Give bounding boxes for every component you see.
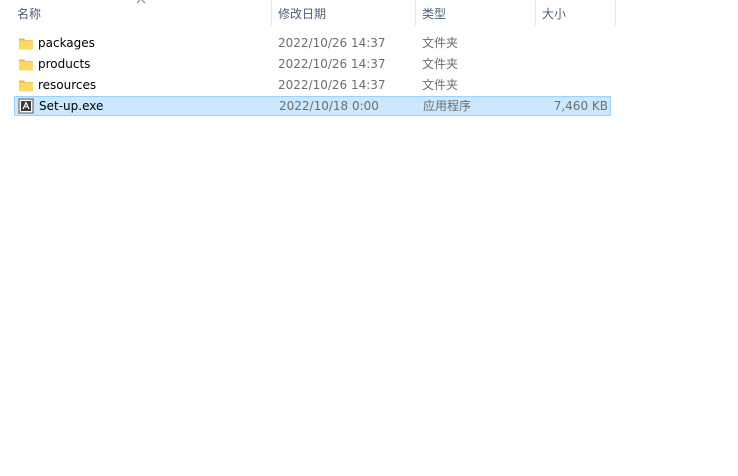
column-divider[interactable] bbox=[615, 0, 616, 26]
folder-icon bbox=[19, 59, 33, 71]
file-row[interactable]: products 2022/10/26 14:37 文件夹 bbox=[14, 54, 611, 74]
file-name: Set-up.exe bbox=[39, 99, 104, 113]
file-date: 2022/10/26 14:37 bbox=[278, 78, 386, 92]
column-divider[interactable] bbox=[271, 0, 272, 26]
column-header-size[interactable]: 大小 bbox=[542, 0, 615, 26]
file-type: 文件夹 bbox=[422, 78, 459, 92]
column-divider[interactable] bbox=[535, 0, 536, 26]
file-type: 文件夹 bbox=[422, 57, 459, 71]
column-header-date[interactable]: 修改日期 bbox=[278, 0, 415, 26]
file-name: resources bbox=[38, 78, 97, 92]
column-header-type[interactable]: 类型 bbox=[422, 0, 535, 26]
folder-icon bbox=[19, 80, 33, 92]
file-name: products bbox=[38, 57, 91, 71]
column-header-date-label: 修改日期 bbox=[278, 7, 327, 21]
sort-ascending-icon bbox=[136, 0, 146, 4]
file-size bbox=[494, 54, 607, 74]
file-name: packages bbox=[38, 36, 95, 50]
file-date: 2022/10/26 14:37 bbox=[278, 36, 386, 50]
column-header-bar: 名称 修改日期 类型 大小 bbox=[0, 0, 617, 26]
file-row-selected[interactable]: Set-up.exe 2022/10/18 0:00 应用程序 7,460 KB bbox=[14, 96, 611, 116]
file-size bbox=[494, 33, 607, 53]
file-row[interactable]: resources 2022/10/26 14:37 文件夹 bbox=[14, 75, 611, 95]
file-size bbox=[494, 75, 607, 95]
file-type: 应用程序 bbox=[423, 99, 472, 113]
column-header-size-label: 大小 bbox=[542, 7, 567, 21]
file-date: 2022/10/18 0:00 bbox=[279, 99, 379, 113]
file-type: 文件夹 bbox=[422, 36, 459, 50]
folder-icon bbox=[19, 38, 33, 50]
file-size: 7,460 KB bbox=[553, 99, 608, 113]
adobe-app-icon bbox=[18, 98, 34, 114]
column-divider[interactable] bbox=[415, 0, 416, 26]
column-header-type-label: 类型 bbox=[422, 7, 447, 21]
file-row[interactable]: packages 2022/10/26 14:37 文件夹 bbox=[14, 33, 611, 53]
file-date: 2022/10/26 14:37 bbox=[278, 57, 386, 71]
column-header-name-label: 名称 bbox=[17, 7, 42, 21]
